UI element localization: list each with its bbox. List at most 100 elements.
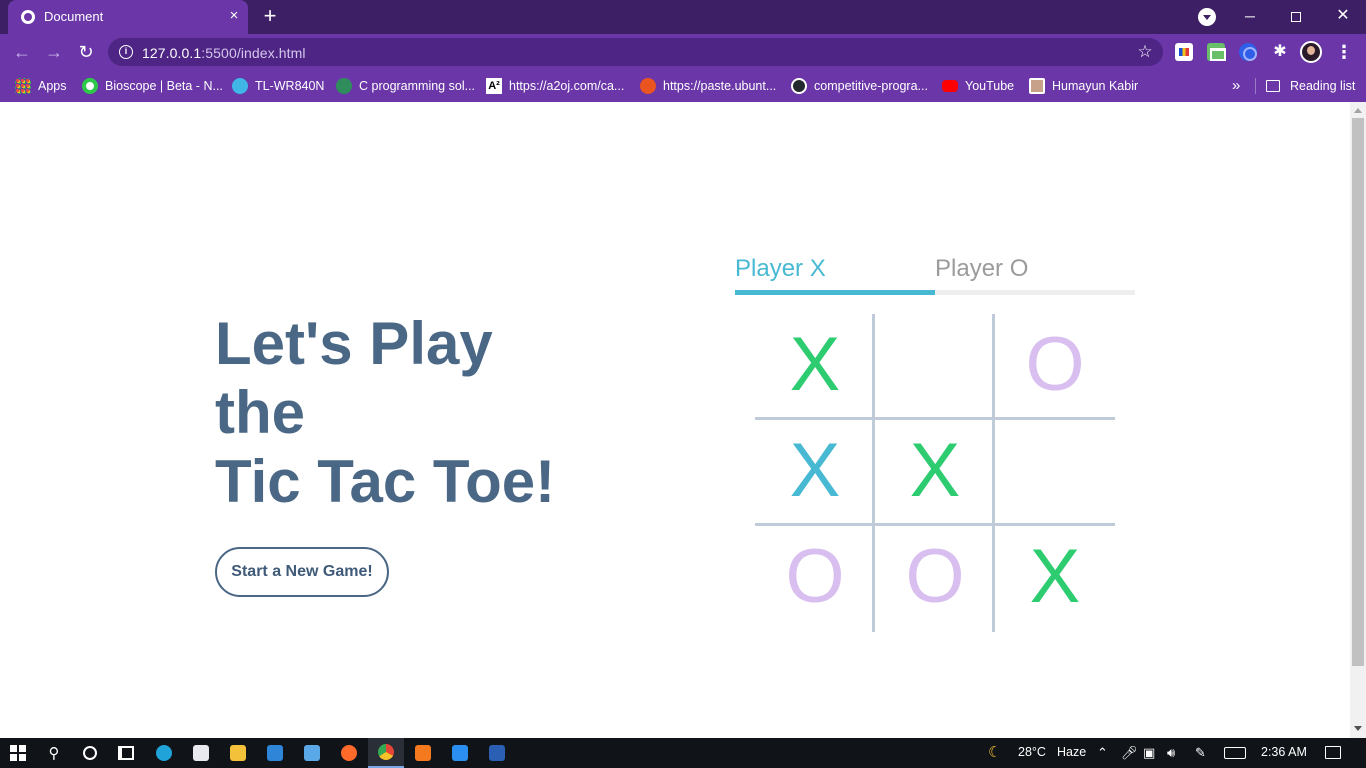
address-bar[interactable]: i 127.0.0.1:5500/index.html ☆	[108, 38, 1163, 66]
start-button[interactable]	[0, 738, 36, 768]
board-cell[interactable]: O	[995, 314, 1115, 420]
vscode-icon	[452, 745, 468, 761]
notifications-icon[interactable]	[1325, 746, 1341, 759]
url-host: 127.0.0.1	[142, 45, 202, 61]
forward-arrow-icon[interactable]: →	[42, 40, 66, 64]
tplink-icon	[232, 78, 248, 94]
extension-mail-icon[interactable]	[1207, 43, 1226, 61]
taskbar-app-explorer[interactable]	[220, 738, 256, 768]
volume-icon[interactable]: 🔊︎	[1167, 745, 1175, 761]
a2oj-icon: A²	[486, 78, 502, 94]
outlook-icon	[304, 745, 320, 761]
maximize-button[interactable]	[1273, 0, 1319, 34]
weather-condition[interactable]: Haze	[1057, 745, 1086, 759]
pen-icon[interactable]: ✎	[1195, 745, 1206, 761]
bookmarks-bar: Apps Bioscope | Beta - N... TL-WR840N C …	[0, 70, 1366, 102]
taskbar-app-xampp[interactable]	[405, 738, 441, 768]
bookmark-label: C programming sol...	[359, 79, 476, 93]
store-icon	[193, 745, 209, 761]
taskbar-app-edge[interactable]	[146, 738, 182, 768]
globe-icon	[21, 10, 35, 24]
taskbar-app-firefox[interactable]	[331, 738, 367, 768]
bookmark-ubuntu-paste[interactable]: https://paste.ubunt...	[640, 76, 776, 96]
taskbar-app-outlook[interactable]	[294, 738, 330, 768]
network-icon[interactable]: ▣	[1143, 745, 1155, 761]
title-line: Tic Tac Toe!	[215, 448, 556, 515]
browser-toolbar: ← → ↻ i 127.0.0.1:5500/index.html ☆ ✱ ⋮	[0, 34, 1366, 70]
bookmark-label: Humayun Kabir	[1052, 79, 1139, 93]
player-x-tab[interactable]: Player X	[735, 252, 935, 295]
bookmark-apps[interactable]: Apps	[15, 76, 67, 96]
title-line: the	[215, 379, 305, 446]
scroll-up-arrow-icon[interactable]	[1354, 108, 1362, 113]
bookmark-github[interactable]: competitive-progra...	[791, 76, 928, 96]
cortana-button[interactable]	[72, 738, 108, 768]
bookmark-label: Bioscope | Beta - N...	[105, 79, 223, 93]
bookmark-label: https://a2oj.com/ca...	[509, 79, 625, 93]
keyboard-icon[interactable]	[1224, 747, 1246, 759]
bookmark-tplink[interactable]: TL-WR840N	[232, 76, 324, 96]
taskbar-app-mail[interactable]	[257, 738, 293, 768]
extension-flag-icon[interactable]	[1175, 43, 1193, 61]
bookmark-label: YouTube	[965, 79, 1015, 93]
taskbar-app-vscode[interactable]	[442, 738, 478, 768]
tab-search-icon[interactable]	[1198, 8, 1216, 26]
firefox-icon	[341, 745, 357, 761]
bookmark-youtube[interactable]: YouTube	[942, 76, 1014, 96]
board-cell[interactable]: X	[875, 420, 995, 526]
bookmark-bioscope[interactable]: Bioscope | Beta - N...	[82, 76, 223, 96]
weather-moon-icon[interactable]: ☾	[988, 745, 1001, 761]
taskbar-clock[interactable]: 2:36 AM	[1261, 745, 1307, 759]
url-text[interactable]: 127.0.0.1:5500/index.html	[142, 45, 306, 61]
new-tab-button[interactable]: +	[258, 5, 282, 29]
weather-temperature[interactable]: 28°C	[1018, 745, 1046, 759]
bookmark-a2oj[interactable]: A² https://a2oj.com/ca...	[486, 76, 624, 96]
taskbar-app-store[interactable]	[183, 738, 219, 768]
back-arrow-icon[interactable]: ←	[10, 40, 34, 64]
reload-icon[interactable]: ↻	[74, 40, 98, 64]
bookmarks-overflow-chevron-icon[interactable]: »	[1232, 76, 1240, 96]
word-icon	[489, 745, 505, 761]
start-new-game-button[interactable]: Start a New Game!	[215, 547, 389, 597]
bookmark-star-icon[interactable]: ☆	[1134, 41, 1156, 63]
chrome-icon	[378, 744, 394, 760]
url-path: :5500/index.html	[201, 45, 306, 61]
microphone-icon[interactable]: 🎤︎	[1121, 745, 1138, 761]
profile-avatar[interactable]	[1300, 41, 1322, 63]
minimize-button[interactable]: ─	[1227, 0, 1273, 34]
close-window-button[interactable]: ✕	[1320, 0, 1366, 34]
board-cell[interactable]	[875, 314, 995, 420]
show-hidden-icons-chevron-icon[interactable]: ⌃	[1097, 745, 1108, 761]
bookmark-label: TL-WR840N	[255, 79, 325, 93]
scroll-thumb[interactable]	[1352, 118, 1364, 666]
scroll-down-arrow-icon[interactable]	[1354, 726, 1362, 731]
search-icon: ⚲	[48, 745, 60, 762]
taskbar-app-word[interactable]	[479, 738, 515, 768]
game-board: X O X X O O X	[755, 314, 1115, 632]
bookmark-humayun-kabir[interactable]: Humayun Kabir	[1029, 76, 1138, 96]
browser-tab[interactable]: Document ×	[8, 0, 248, 34]
board-cell[interactable]: X	[755, 420, 875, 526]
site-info-icon[interactable]: i	[119, 45, 133, 59]
menu-kebab-icon[interactable]: ⋮	[1334, 40, 1354, 64]
extension-circle-icon[interactable]	[1239, 43, 1257, 61]
board-cell[interactable]: O	[875, 526, 995, 632]
person-icon	[1029, 78, 1045, 94]
board-cell[interactable]: X	[995, 526, 1115, 632]
board-cell[interactable]: X	[755, 314, 875, 420]
tab-close-icon[interactable]: ×	[224, 6, 244, 26]
player-o-tab[interactable]: Player O	[935, 252, 1135, 295]
taskbar-app-chrome[interactable]	[368, 738, 404, 768]
board-cell[interactable]	[995, 420, 1115, 526]
cortana-icon	[83, 746, 97, 760]
taskbar-search-button[interactable]: ⚲	[36, 738, 72, 768]
cprogramming-icon	[336, 78, 352, 94]
file-explorer-icon	[230, 745, 246, 761]
page-viewport: Let's Play the Tic Tac Toe! Start a New …	[0, 102, 1350, 738]
extensions-puzzle-icon[interactable]: ✱	[1271, 43, 1289, 61]
page-scrollbar[interactable]	[1350, 102, 1366, 738]
board-cell[interactable]: O	[755, 526, 875, 632]
bookmark-cprogramming[interactable]: C programming sol...	[336, 76, 475, 96]
reading-list-button[interactable]: Reading list	[1266, 76, 1355, 96]
task-view-button[interactable]	[108, 738, 144, 768]
